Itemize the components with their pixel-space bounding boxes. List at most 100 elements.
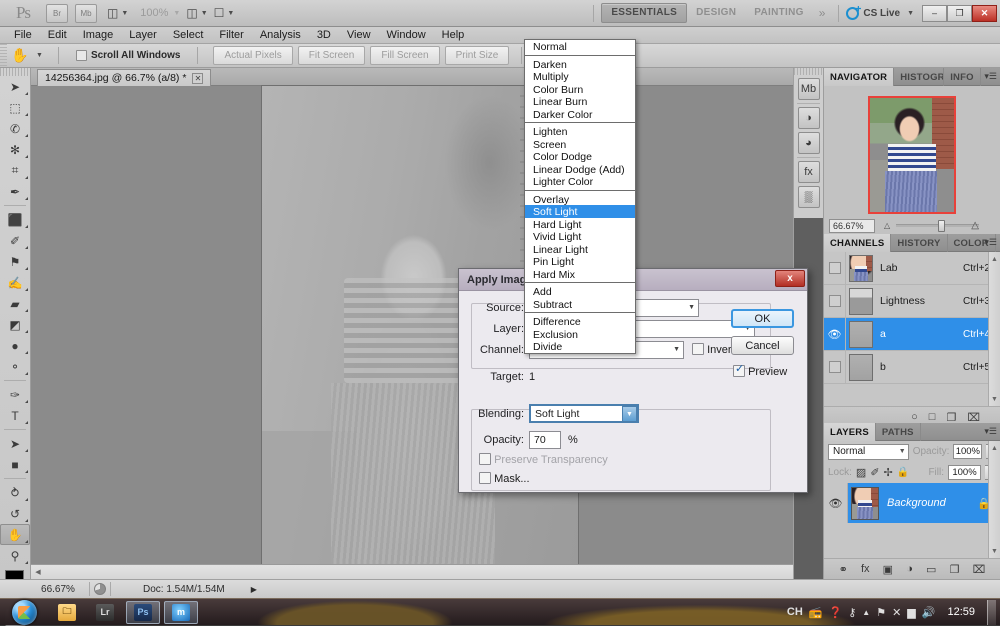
- tray-network-activity-icon[interactable]: ⚷: [848, 606, 856, 619]
- blending-select[interactable]: Soft Light ▼: [529, 404, 639, 423]
- blend-mode-option[interactable]: Overlay: [525, 193, 635, 206]
- zoom-out-icon[interactable]: △: [884, 221, 890, 230]
- 3d-rotate-tool[interactable]: ⥁: [0, 482, 30, 503]
- arrange-documents-button[interactable]: ◫ ▼: [183, 0, 210, 27]
- hand-tool-icon[interactable]: ✋: [7, 45, 33, 67]
- blend-mode-option[interactable]: Color Dodge: [525, 150, 635, 163]
- tray-media-icon[interactable]: 📻: [809, 606, 823, 619]
- restore-button[interactable]: ❐: [947, 5, 972, 22]
- new-fill-adjustment-layer-icon[interactable]: ◑: [906, 563, 913, 575]
- panel-menu-icon[interactable]: ▾☰: [984, 237, 997, 248]
- cs-live-button[interactable]: CS Live ▼: [846, 7, 914, 20]
- tab-info[interactable]: INFO: [944, 68, 981, 86]
- table-row[interactable]: 👁 Background 🔒: [824, 483, 1000, 523]
- taskbar-explorer[interactable]: 🗀: [50, 601, 84, 624]
- show-desktop-button[interactable]: [987, 600, 996, 625]
- channel-visibility-icon[interactable]: [824, 252, 846, 285]
- layer-blend-mode-select[interactable]: Normal ▼: [828, 444, 909, 460]
- lock-transparent-pixels-icon[interactable]: ▨: [856, 466, 866, 479]
- tab-channels[interactable]: CHANNELS: [824, 234, 891, 252]
- screen-mode-button[interactable]: ☐ ▼: [211, 0, 238, 27]
- status-zoom-value[interactable]: 66.67%: [31, 584, 85, 595]
- scroll-all-windows-checkbox[interactable]: Scroll All Windows: [76, 50, 181, 61]
- actual-pixels-button[interactable]: Actual Pixels: [213, 46, 292, 65]
- blend-mode-option[interactable]: Vivid Light: [525, 230, 635, 243]
- clone-stamp-tool[interactable]: ⚑: [0, 251, 30, 272]
- menu-3d[interactable]: 3D: [309, 27, 339, 43]
- adjustments-icon[interactable]: ◑: [798, 107, 820, 129]
- path-selection-tool[interactable]: ➤: [0, 433, 30, 454]
- chevron-down-icon[interactable]: ▼: [622, 406, 637, 422]
- masks-icon[interactable]: ◕: [798, 132, 820, 154]
- blend-mode-option[interactable]: Hard Light: [525, 218, 635, 231]
- scroll-up-icon[interactable]: ▲: [989, 252, 1000, 266]
- tray-network-error-icon[interactable]: ✕: [892, 606, 901, 619]
- new-group-icon[interactable]: ▭: [926, 563, 936, 576]
- tray-signal-icon[interactable]: ▆: [907, 606, 915, 619]
- menu-edit[interactable]: Edit: [40, 27, 75, 43]
- blend-mode-option[interactable]: Lighter Color: [525, 175, 635, 188]
- navigator-zoom-slider[interactable]: △ △: [880, 219, 995, 233]
- workspace-painting[interactable]: PAINTING: [745, 4, 812, 22]
- toolbox-grip[interactable]: [0, 68, 30, 76]
- quick-selection-tool[interactable]: ✻: [0, 139, 30, 160]
- taskbar-photoshop[interactable]: Ps: [126, 601, 160, 624]
- fill-screen-button[interactable]: Fill Screen: [370, 46, 439, 65]
- slider-knob[interactable]: [938, 220, 945, 232]
- preview-checkbox[interactable]: Preview: [731, 365, 801, 378]
- history-brush-tool[interactable]: ✍: [0, 272, 30, 293]
- move-tool[interactable]: ➤: [0, 76, 30, 97]
- zoom-level-display[interactable]: 100% ▼: [131, 0, 183, 27]
- tray-volume-icon[interactable]: 🔊: [922, 606, 936, 619]
- blend-mode-option[interactable]: Add: [525, 285, 635, 298]
- blend-mode-option[interactable]: Linear Dodge (Add): [525, 163, 635, 176]
- lock-all-icon[interactable]: 🔒: [897, 467, 909, 478]
- taskbar-maxthon[interactable]: m: [164, 601, 198, 624]
- load-channel-as-selection-icon[interactable]: ○: [911, 411, 918, 423]
- spot-healing-brush-tool[interactable]: ⬛: [0, 209, 30, 230]
- dodge-tool[interactable]: ⚬: [0, 356, 30, 377]
- blend-mode-option[interactable]: Multiply: [525, 70, 635, 83]
- tab-paths[interactable]: PATHS: [876, 423, 921, 441]
- eyedropper-tool[interactable]: ✒: [0, 181, 30, 202]
- layers-scrollbar[interactable]: ▲ ▼: [988, 441, 1000, 558]
- tray-help-icon[interactable]: ❓: [829, 606, 843, 619]
- layer-visibility-icon[interactable]: 👁: [824, 483, 848, 523]
- menu-filter[interactable]: Filter: [211, 27, 251, 43]
- lasso-tool[interactable]: ✆: [0, 118, 30, 139]
- workspace-design[interactable]: DESIGN: [687, 4, 745, 22]
- brush-tool[interactable]: ✐: [0, 230, 30, 251]
- menu-layer[interactable]: Layer: [121, 27, 165, 43]
- invert-checkbox[interactable]: Invert: [692, 343, 735, 356]
- crop-tool[interactable]: ⌗: [0, 160, 30, 181]
- view-extras-button[interactable]: ◫ ▼: [104, 0, 131, 27]
- blend-mode-option[interactable]: Lighten: [525, 125, 635, 138]
- cancel-button[interactable]: Cancel: [731, 336, 794, 355]
- close-icon[interactable]: x: [775, 270, 805, 287]
- close-icon[interactable]: ✕: [192, 73, 203, 84]
- save-selection-as-channel-icon[interactable]: □: [929, 411, 936, 423]
- mini-bridge-icon[interactable]: Mb: [798, 78, 820, 100]
- blend-mode-option[interactable]: Screen: [525, 138, 635, 151]
- swatches-icon[interactable]: ▒: [798, 186, 820, 208]
- taskbar-clock[interactable]: 12:59: [947, 606, 975, 618]
- panel-menu-icon[interactable]: ▾☰: [984, 71, 997, 82]
- channels-scrollbar[interactable]: ▲ ▼: [988, 252, 1000, 406]
- channel-visibility-icon[interactable]: [824, 285, 846, 318]
- blur-tool[interactable]: ●: [0, 335, 30, 356]
- link-layers-icon[interactable]: ⚭: [839, 563, 848, 576]
- table-row[interactable]: bCtrl+5: [824, 351, 1000, 384]
- menu-window[interactable]: Window: [379, 27, 434, 43]
- mask-checkbox[interactable]: Mask...: [479, 472, 530, 485]
- layer-fill-input[interactable]: 100%: [948, 465, 981, 480]
- 3d-orbit-tool[interactable]: ↺: [0, 503, 30, 524]
- workspace-more-button[interactable]: »: [813, 6, 832, 20]
- workspace-essentials[interactable]: ESSENTIALS: [601, 3, 687, 23]
- navigator-thumbnail[interactable]: [868, 96, 956, 214]
- menu-help[interactable]: Help: [434, 27, 473, 43]
- create-new-channel-icon[interactable]: ❐: [946, 411, 956, 424]
- zoom-in-icon[interactable]: △: [971, 220, 979, 231]
- new-layer-icon[interactable]: ❐: [950, 563, 960, 576]
- launch-mini-bridge-button[interactable]: Mb: [75, 4, 97, 23]
- close-button[interactable]: ✕: [972, 5, 997, 22]
